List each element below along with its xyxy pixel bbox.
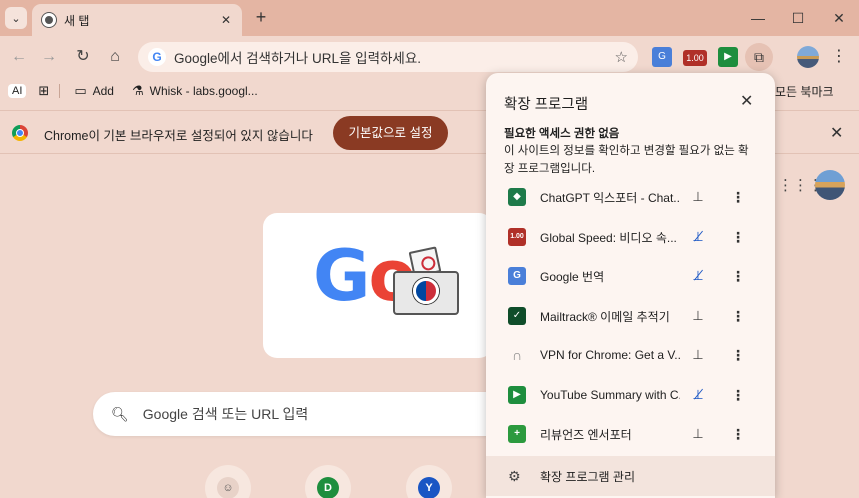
shortcut-tile[interactable]: ☺: [205, 465, 251, 498]
back-button[interactable]: ←: [8, 46, 30, 68]
shortcut-icon: ☺: [217, 477, 239, 498]
minimize-button[interactable]: —: [748, 8, 768, 28]
korea-flag-icon: [413, 278, 439, 304]
access-description: 이 사이트의 정보를 확인하고 변경할 필요가 없는 확장 프로그램입니다.: [504, 145, 749, 175]
all-bookmarks[interactable]: 모든 북마크: [775, 83, 834, 100]
extensions-popup: 확장 프로그램 ✕ 필요한 액세스 권한 없음 이 사이트의 정보를 확인하고 …: [486, 73, 775, 498]
gear-icon: ⚙: [508, 467, 521, 484]
new-tab-button[interactable]: +: [251, 8, 271, 28]
pin-icon[interactable]: ⊥: [690, 347, 706, 363]
manage-extensions-label: 확장 프로그램 관리: [540, 469, 635, 484]
window-close-button[interactable]: ✕: [829, 8, 849, 28]
vpn-icon: ∩: [511, 347, 523, 363]
ntp-search-box[interactable]: 🔍︎ Google 검색 또는 URL 입력: [93, 392, 513, 436]
bookmark-label: Whisk - labs.googl...: [149, 84, 258, 98]
extension-name: Global Speed: 비디오 속...: [540, 230, 677, 245]
pin-icon[interactable]: ⊥: [690, 189, 706, 205]
chrome-menu-icon[interactable]: ⋮: [830, 46, 848, 66]
shortcut-tile[interactable]: Y: [406, 465, 452, 498]
omnibox[interactable]: G Google에서 검색하거나 URL을 입력하세요. ☆: [138, 42, 638, 72]
ntp-search-placeholder: Google 검색 또는 URL 입력: [142, 406, 309, 422]
home-button[interactable]: ⌂: [104, 46, 126, 68]
infobar-close-icon[interactable]: ✕: [830, 123, 843, 143]
pin-icon[interactable]: ⊥: [690, 426, 706, 442]
bookmark-divider: [59, 84, 61, 98]
global-speed-icon: 1.00: [508, 228, 526, 246]
infobar-message: Chrome이 기본 브라우저로 설정되어 있지 않습니다: [44, 129, 313, 143]
toolbar: ← → ↻ ⌂ G Google에서 검색하거나 URL을 입력하세요. ☆ G…: [0, 36, 859, 78]
search-icon: 🔍︎: [111, 405, 129, 422]
extension-row[interactable]: ◆ ChatGPT 익스포터 - Chat... ⊥ ⋮: [486, 178, 775, 216]
more-options-icon[interactable]: ⋮: [731, 189, 745, 206]
tab-new-tab[interactable]: 새 탭 ✕: [32, 4, 242, 36]
google-translate-icon[interactable]: G: [652, 47, 672, 67]
chrome-favicon-icon: [42, 13, 56, 27]
extension-name: ChatGPT 익스포터 - Chat...: [540, 190, 680, 205]
all-bookmarks-label: 모든 북마크: [775, 85, 834, 99]
review-supporter-icon: +: [508, 425, 526, 443]
tab-title: 새 탭: [64, 13, 90, 28]
google-translate-icon: G: [508, 267, 526, 285]
profile-avatar[interactable]: [797, 46, 819, 68]
google-icon: G: [148, 48, 166, 66]
mailtrack-icon: ✓: [508, 307, 526, 325]
bookmark-label: Add: [92, 84, 114, 98]
extension-name: Google 번역: [540, 269, 605, 284]
shortcut-tile[interactable]: D: [305, 465, 351, 498]
folder-icon: ▭: [74, 83, 87, 98]
manage-extensions-button[interactable]: ⚙ 확장 프로그램 관리: [486, 456, 775, 496]
unpin-icon[interactable]: ⊥̸: [690, 268, 706, 284]
extension-name: VPN for Chrome: Get a V...: [540, 348, 680, 362]
tab-close-icon[interactable]: ✕: [218, 13, 234, 27]
unpin-icon[interactable]: ⊥̸: [690, 387, 706, 403]
extension-name: Mailtrack® 이메일 추적기: [540, 309, 670, 324]
account-avatar[interactable]: [815, 170, 845, 200]
reload-button[interactable]: ↻: [72, 46, 94, 68]
pin-icon[interactable]: ⊥: [690, 308, 706, 324]
tab-strip: ⌄ 새 탭 ✕ + — ☐ ✕: [0, 0, 859, 36]
set-default-button[interactable]: 기본값으로 설정: [333, 116, 448, 150]
more-options-icon[interactable]: ⋮: [731, 347, 745, 364]
bookmark-ai[interactable]: AI: [8, 84, 27, 98]
extension-row[interactable]: 1.00 Global Speed: 비디오 속... ⊥̸ ⋮: [486, 218, 775, 256]
shortcut-icon: Y: [418, 477, 440, 498]
more-options-icon[interactable]: ⋮: [731, 387, 745, 404]
extension-name: 리뷰언즈 엔서포터: [540, 427, 632, 442]
extension-row[interactable]: G Google 번역 ⊥̸ ⋮: [486, 257, 775, 295]
flask-icon: ⚗: [131, 83, 144, 98]
extension-row[interactable]: ✓ Mailtrack® 이메일 추적기 ⊥ ⋮: [486, 297, 775, 335]
extension-row[interactable]: ∩ VPN for Chrome: Get a V... ⊥ ⋮: [486, 336, 775, 374]
extension-row[interactable]: + 리뷰언즈 엔서포터 ⊥ ⋮: [486, 415, 775, 453]
extension-name: YouTube Summary with C...: [540, 388, 680, 402]
bookmark-star-icon[interactable]: ☆: [615, 48, 628, 66]
bookmark-whisk[interactable]: ⚗ Whisk - labs.googl...: [132, 83, 258, 99]
access-heading: 필요한 액세스 권한 없음: [504, 128, 620, 140]
bookmark-add-folder[interactable]: ▭ Add: [74, 83, 114, 99]
popup-title: 확장 프로그램: [504, 97, 589, 113]
youtube-summary-icon: ▶: [508, 386, 526, 404]
google-doodle[interactable]: Go: [263, 213, 493, 358]
chatgpt-exporter-icon: ◆: [508, 188, 526, 206]
unpin-icon[interactable]: ⊥̸: [690, 229, 706, 245]
extension-row[interactable]: ▶ YouTube Summary with C... ⊥̸ ⋮: [486, 376, 775, 414]
tab-search-button[interactable]: ⌄: [5, 7, 27, 29]
shortcut-icon: D: [317, 477, 339, 498]
more-options-icon[interactable]: ⋮: [731, 308, 745, 325]
popup-close-icon[interactable]: ✕: [740, 91, 753, 111]
forward-button[interactable]: →: [38, 46, 60, 68]
more-options-icon[interactable]: ⋮: [731, 426, 745, 443]
extensions-puzzle-icon[interactable]: ⧉: [745, 43, 773, 71]
apps-icon[interactable]: ⊞: [38, 83, 49, 99]
more-options-icon[interactable]: ⋮: [731, 229, 745, 246]
omnibox-placeholder: Google에서 검색하거나 URL을 입력하세요.: [174, 51, 422, 66]
global-speed-icon[interactable]: 1.00: [683, 50, 707, 66]
maximize-button[interactable]: ☐: [788, 8, 808, 28]
chrome-logo-icon: [12, 125, 28, 141]
more-options-icon[interactable]: ⋮: [731, 268, 745, 285]
youtube-summary-icon[interactable]: ▶: [718, 47, 738, 67]
